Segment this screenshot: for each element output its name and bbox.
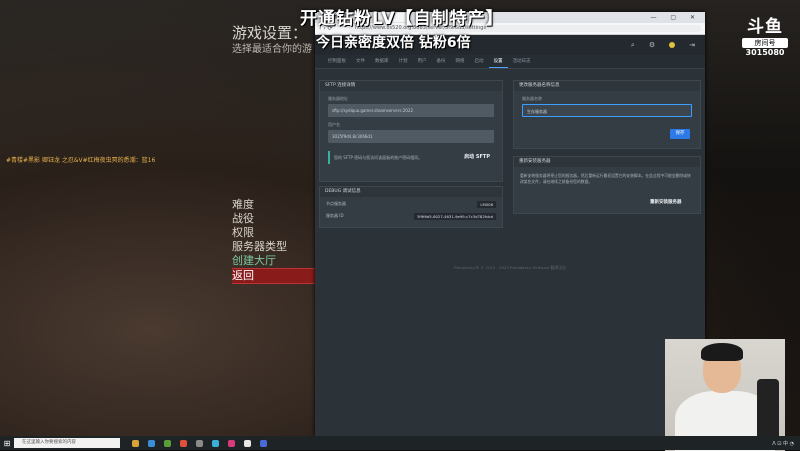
node-value: LM008 [477, 200, 496, 208]
tab-8[interactable]: 设置 [488, 55, 508, 68]
douyu-logo: 斗鱼 房间号 3015080 [742, 12, 788, 57]
sftp-user-label: 用户名 [328, 122, 340, 127]
sftp-panel: SFTP 连接详情 服务器地址 sftp://sydiquo.gamer.ste… [319, 80, 503, 182]
save-button[interactable]: 保存 [670, 129, 690, 139]
folder-icon[interactable] [132, 439, 139, 447]
rename-panel: 更改服务器名称信息 服务器名称 生存服务器 保存 [513, 80, 701, 149]
reinstall-header: 重新安装服务器 [514, 157, 700, 167]
tab-2[interactable]: 数据库 [370, 55, 394, 68]
app-icon[interactable] [212, 439, 219, 447]
stream-banner-line1: 开通钻粉LV【自制特产】 [300, 9, 504, 29]
steam-icon[interactable] [196, 439, 203, 447]
taskbar-search-input[interactable]: 在这里输入你要搜索的内容 [14, 438, 120, 448]
server-id-value: 3f9f6d5-8027-4631-9e99-c7c3d782fcbd [413, 212, 496, 220]
node-label: 节点服务器 [326, 201, 346, 206]
taskbar-apps [132, 439, 267, 447]
game-settings-subtitle: 选择最适合你的游 [232, 44, 312, 55]
server-id-label: 服务器 ID [326, 213, 344, 218]
system-tray[interactable]: ᐱ ⊡ 中 ◔ [772, 440, 800, 447]
launch-sftp-button[interactable]: 启动 SFTP [464, 151, 494, 164]
sftp-user-field[interactable]: 3025f9d4.8c3066d1 [328, 130, 494, 143]
menu-item-back[interactable]: 返回 [232, 268, 316, 284]
tab-0[interactable]: 控制面板 [323, 55, 351, 68]
game-menu: 难度 战役 权限 服务器类型 创建大厅 返回 [232, 198, 316, 284]
app-icon[interactable] [180, 439, 187, 447]
edge-icon[interactable] [148, 439, 155, 447]
rename-header: 更改服务器名称信息 [514, 81, 700, 91]
app-icon[interactable] [244, 439, 251, 447]
room-number: 3015080 [745, 48, 785, 57]
windows-start-icon[interactable]: ⊞ [0, 439, 14, 448]
logout-icon[interactable]: ⇥ [689, 41, 695, 49]
reinstall-panel: 重新安装服务器 重新安装服务器将停止您的服务器，然后重新运行最初设置它的安装脚本… [513, 156, 701, 214]
reinstall-button[interactable]: 重新安装服务器 [650, 199, 682, 205]
menu-item-create-lobby[interactable]: 创建大厅 [232, 254, 316, 268]
stream-banner-line2: 今日亲密度双倍 钻粉6倍 [316, 35, 471, 51]
menu-item-campaign[interactable]: 战役 [232, 212, 316, 226]
server-nav-tabs: 控制面板 文件 数据库 计划 用户 备份 网络 启动 设置 活动日志 [315, 55, 705, 69]
debug-panel: DEBUG 调试信息 节点服务器 LM008 服务器 ID 3f9f6d5-80… [319, 186, 503, 228]
menu-item-permissions[interactable]: 权限 [232, 226, 316, 240]
tab-7[interactable]: 启动 [470, 55, 489, 68]
tab-5[interactable]: 备份 [432, 55, 451, 68]
node-row: 节点服务器 LM008 [320, 199, 502, 209]
server-name-label: 服务器名称 [522, 96, 542, 101]
app-icon[interactable] [164, 439, 171, 447]
tab-9[interactable]: 活动日志 [508, 55, 536, 68]
sftp-address-label: 服务器地址 [328, 96, 348, 101]
game-chat-line: #青楼#黑影 卿钰龙 之忍&V#红梅夜虫冥的悉潮：篮16 [6, 157, 156, 164]
windows-taskbar: ⊞ 在这里输入你要搜索的内容 ᐱ ⊡ 中 ◔ [0, 436, 800, 450]
sftp-address-field[interactable]: sftp://sydiquo.gamer.steamservers:2022 [328, 104, 494, 117]
streamer-hair [701, 343, 743, 361]
tab-4[interactable]: 用户 [413, 55, 432, 68]
avatar[interactable] [669, 42, 676, 48]
panel-app: ⌕ ⚙ ⇥ 控制面板 文件 数据库 计划 用户 备份 网络 启动 设置 活动日志 SFTP 连接详… [315, 35, 705, 438]
debug-header: DEBUG 调试信息 [320, 187, 502, 197]
browser-window: 服务器管理 — ▢ ✕ ‹ › ⟳ https://www.8s520.org:… [315, 12, 705, 438]
webcam-feed [665, 339, 785, 451]
sftp-notice: 您的 SFTP 密码与您访问该面板的账户密码相同。 启动 SFTP [328, 151, 494, 164]
logo-mark: 斗鱼 [747, 17, 783, 37]
server-name-input[interactable]: 生存服务器 [522, 104, 692, 117]
sftp-header: SFTP 连接详情 [320, 81, 502, 91]
tab-3[interactable]: 计划 [394, 55, 413, 68]
room-label: 房间号 [742, 38, 788, 48]
menu-item-difficulty[interactable]: 难度 [232, 198, 316, 212]
tab-6[interactable]: 网络 [451, 55, 470, 68]
app-icon[interactable] [260, 439, 267, 447]
panel-footer: Pterodactyl® © 2015 - 2023 Pterodactyl S… [454, 265, 566, 270]
menu-item-server-type[interactable]: 服务器类型 [232, 240, 316, 254]
sftp-notice-text: 您的 SFTP 密码与您访问该面板的账户密码相同。 [334, 155, 423, 160]
gear-icon[interactable]: ⚙ [649, 41, 655, 49]
search-icon[interactable]: ⌕ [631, 41, 635, 50]
app-icon[interactable] [228, 439, 235, 447]
reinstall-description: 重新安装服务器将停止您的服务器，然后重新运行最初设置它的安装脚本。在此过程中可能… [520, 173, 691, 184]
tab-1[interactable]: 文件 [351, 55, 370, 68]
server-id-row: 服务器 ID 3f9f6d5-8027-4631-9e99-c7c3d782fc… [320, 211, 502, 221]
window-controls[interactable]: — ▢ ✕ [650, 14, 705, 21]
